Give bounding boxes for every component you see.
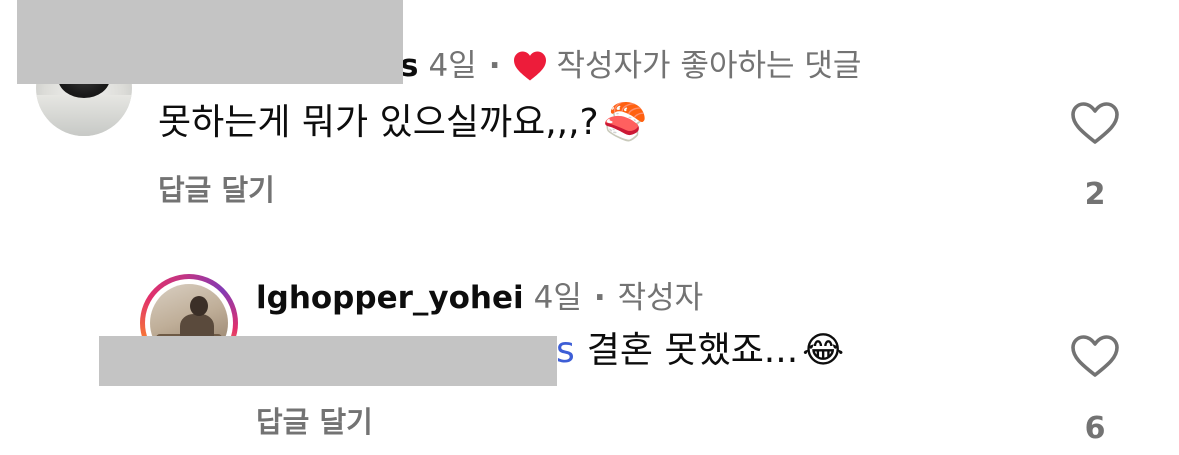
laughing-tears-emoji-icon: 😂 <box>802 330 845 371</box>
separator-dot: · <box>593 280 606 316</box>
like-count: 2 <box>1084 177 1106 212</box>
heart-outline-icon[interactable] <box>1069 333 1121 379</box>
reply-button[interactable]: 답글 달기 <box>158 172 275 208</box>
comment-text: s 결혼 못했죠... 😂 <box>556 328 844 374</box>
username[interactable]: lghopper_yohei <box>256 278 524 318</box>
comment-text: 못하는게 뭐가 있으실까요,,,? 🍣 <box>158 100 647 146</box>
author-label: 작성자 <box>617 280 704 316</box>
redaction-box <box>99 336 557 386</box>
liked-by-author-badge: 작성자가 좋아하는 댓글 <box>556 48 862 84</box>
red-heart-icon <box>514 51 547 81</box>
comment-header: s 4일 · 작성자가 좋아하는 댓글 <box>400 46 861 86</box>
avatar-photo-head <box>190 296 208 316</box>
comment-body: 못하는게 뭐가 있으실까요,,,? <box>158 102 599 143</box>
comment-time: 4일 <box>428 48 477 84</box>
avatar-photo-fur <box>36 95 132 136</box>
redaction-box <box>17 0 403 84</box>
comment-body: 결혼 못했죠... <box>586 330 799 371</box>
mention-link[interactable]: s <box>556 328 575 374</box>
comment-time: 4일 <box>533 280 582 316</box>
sushi-emoji-icon: 🍣 <box>602 102 648 143</box>
reply-button[interactable]: 답글 달기 <box>256 404 373 440</box>
separator-dot: · <box>488 48 501 84</box>
like-count: 6 <box>1084 411 1106 446</box>
heart-outline-icon[interactable] <box>1069 100 1121 146</box>
comment-header: lghopper_yohei 4일 · 작성자 <box>256 278 703 318</box>
